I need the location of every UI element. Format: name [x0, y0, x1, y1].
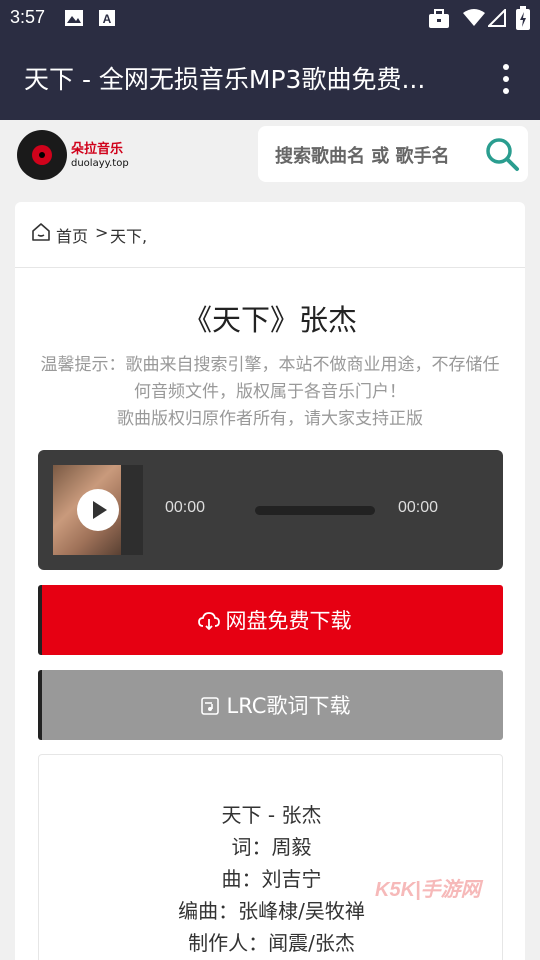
watermark-text: K5K|手游网 [375, 879, 481, 901]
wifi-icon [463, 9, 485, 26]
svg-text:A: A [103, 12, 112, 26]
song-title: 《天下》张杰 [182, 303, 357, 337]
search-box[interactable]: 搜索歌曲名 或 歌手名 [258, 126, 528, 182]
breadcrumb-home-link[interactable]: 首页 [56, 223, 88, 247]
progress-bar[interactable] [255, 506, 375, 515]
app-bar-title: 天下 - 全网无损音乐MP3歌曲免费... [24, 65, 426, 94]
lyrics-line: 词：周毅 [231, 835, 312, 859]
play-button[interactable] [77, 489, 119, 531]
site-logo[interactable]: 朵拉音乐 duolayy.top [17, 130, 137, 180]
cloud-download-icon [197, 612, 220, 630]
logo-domain: duolayy.top [71, 158, 129, 169]
lyrics-line: 天下 - 张杰 [221, 803, 322, 827]
song-card: 首页 > 天下, 《天下》张杰 温馨提示：歌曲来自搜索引擎，本站不做商业用途，不… [15, 202, 525, 960]
lyrics-line: 制作人：闻震/张杰 [188, 931, 355, 955]
duration-time: 00:00 [398, 499, 439, 516]
download-button[interactable]: 网盘免费下载 [38, 585, 503, 655]
search-input[interactable]: 搜索歌曲名 或 歌手名 [275, 142, 450, 168]
status-time: 3:57 [10, 7, 46, 27]
battery-icon [516, 6, 530, 30]
notice-line-2: 歌曲版权归原作者所有，请大家支持正版 [117, 409, 423, 429]
watermark: K5K|手游网 [375, 873, 487, 901]
search-icon[interactable] [484, 136, 520, 172]
notice-text: 温馨提示：歌曲来自搜索引擎，本站不做商业用途，不存储任何音频文件，版权属于各音乐… [35, 352, 505, 433]
lrc-button-label: LRC歌词下载 [226, 694, 351, 718]
site-header: 朵拉音乐 duolayy.top 搜索歌曲名 或 歌手名 [0, 120, 540, 190]
notice-line-1: 温馨提示：歌曲来自搜索引擎，本站不做商业用途，不存储任何音频文件，版权属于各音乐… [40, 355, 500, 402]
logo-brand: 朵拉音乐 [71, 142, 124, 157]
image-notification-icon [65, 10, 83, 26]
home-icon [32, 223, 50, 241]
font-notification-icon: A [99, 10, 115, 26]
status-bar: 3:57 A [0, 0, 540, 36]
lyrics-file-icon [200, 697, 219, 715]
current-time: 00:00 [165, 499, 206, 516]
download-button-label: 网盘免费下载 [225, 609, 352, 633]
signal-icon [488, 9, 506, 27]
audio-player: 00:00 00:00 [38, 450, 503, 570]
briefcase-icon [429, 9, 449, 28]
app-bar: 天下 - 全网无损音乐MP3歌曲免费... [0, 36, 540, 120]
breadcrumb-current: 天下, [110, 227, 148, 246]
vinyl-disc-icon [17, 130, 67, 180]
breadcrumb: 首页 > 天下, [15, 202, 525, 268]
breadcrumb-separator: > [95, 223, 109, 242]
overflow-menu-icon[interactable] [496, 64, 516, 94]
lyrics-box: 天下 - 张杰 词：周毅 曲：刘吉宁 编曲：张峰棣/吴牧禅 制作人：闻震/张杰 [38, 754, 503, 960]
lrc-download-button[interactable]: LRC歌词下载 [38, 670, 503, 740]
